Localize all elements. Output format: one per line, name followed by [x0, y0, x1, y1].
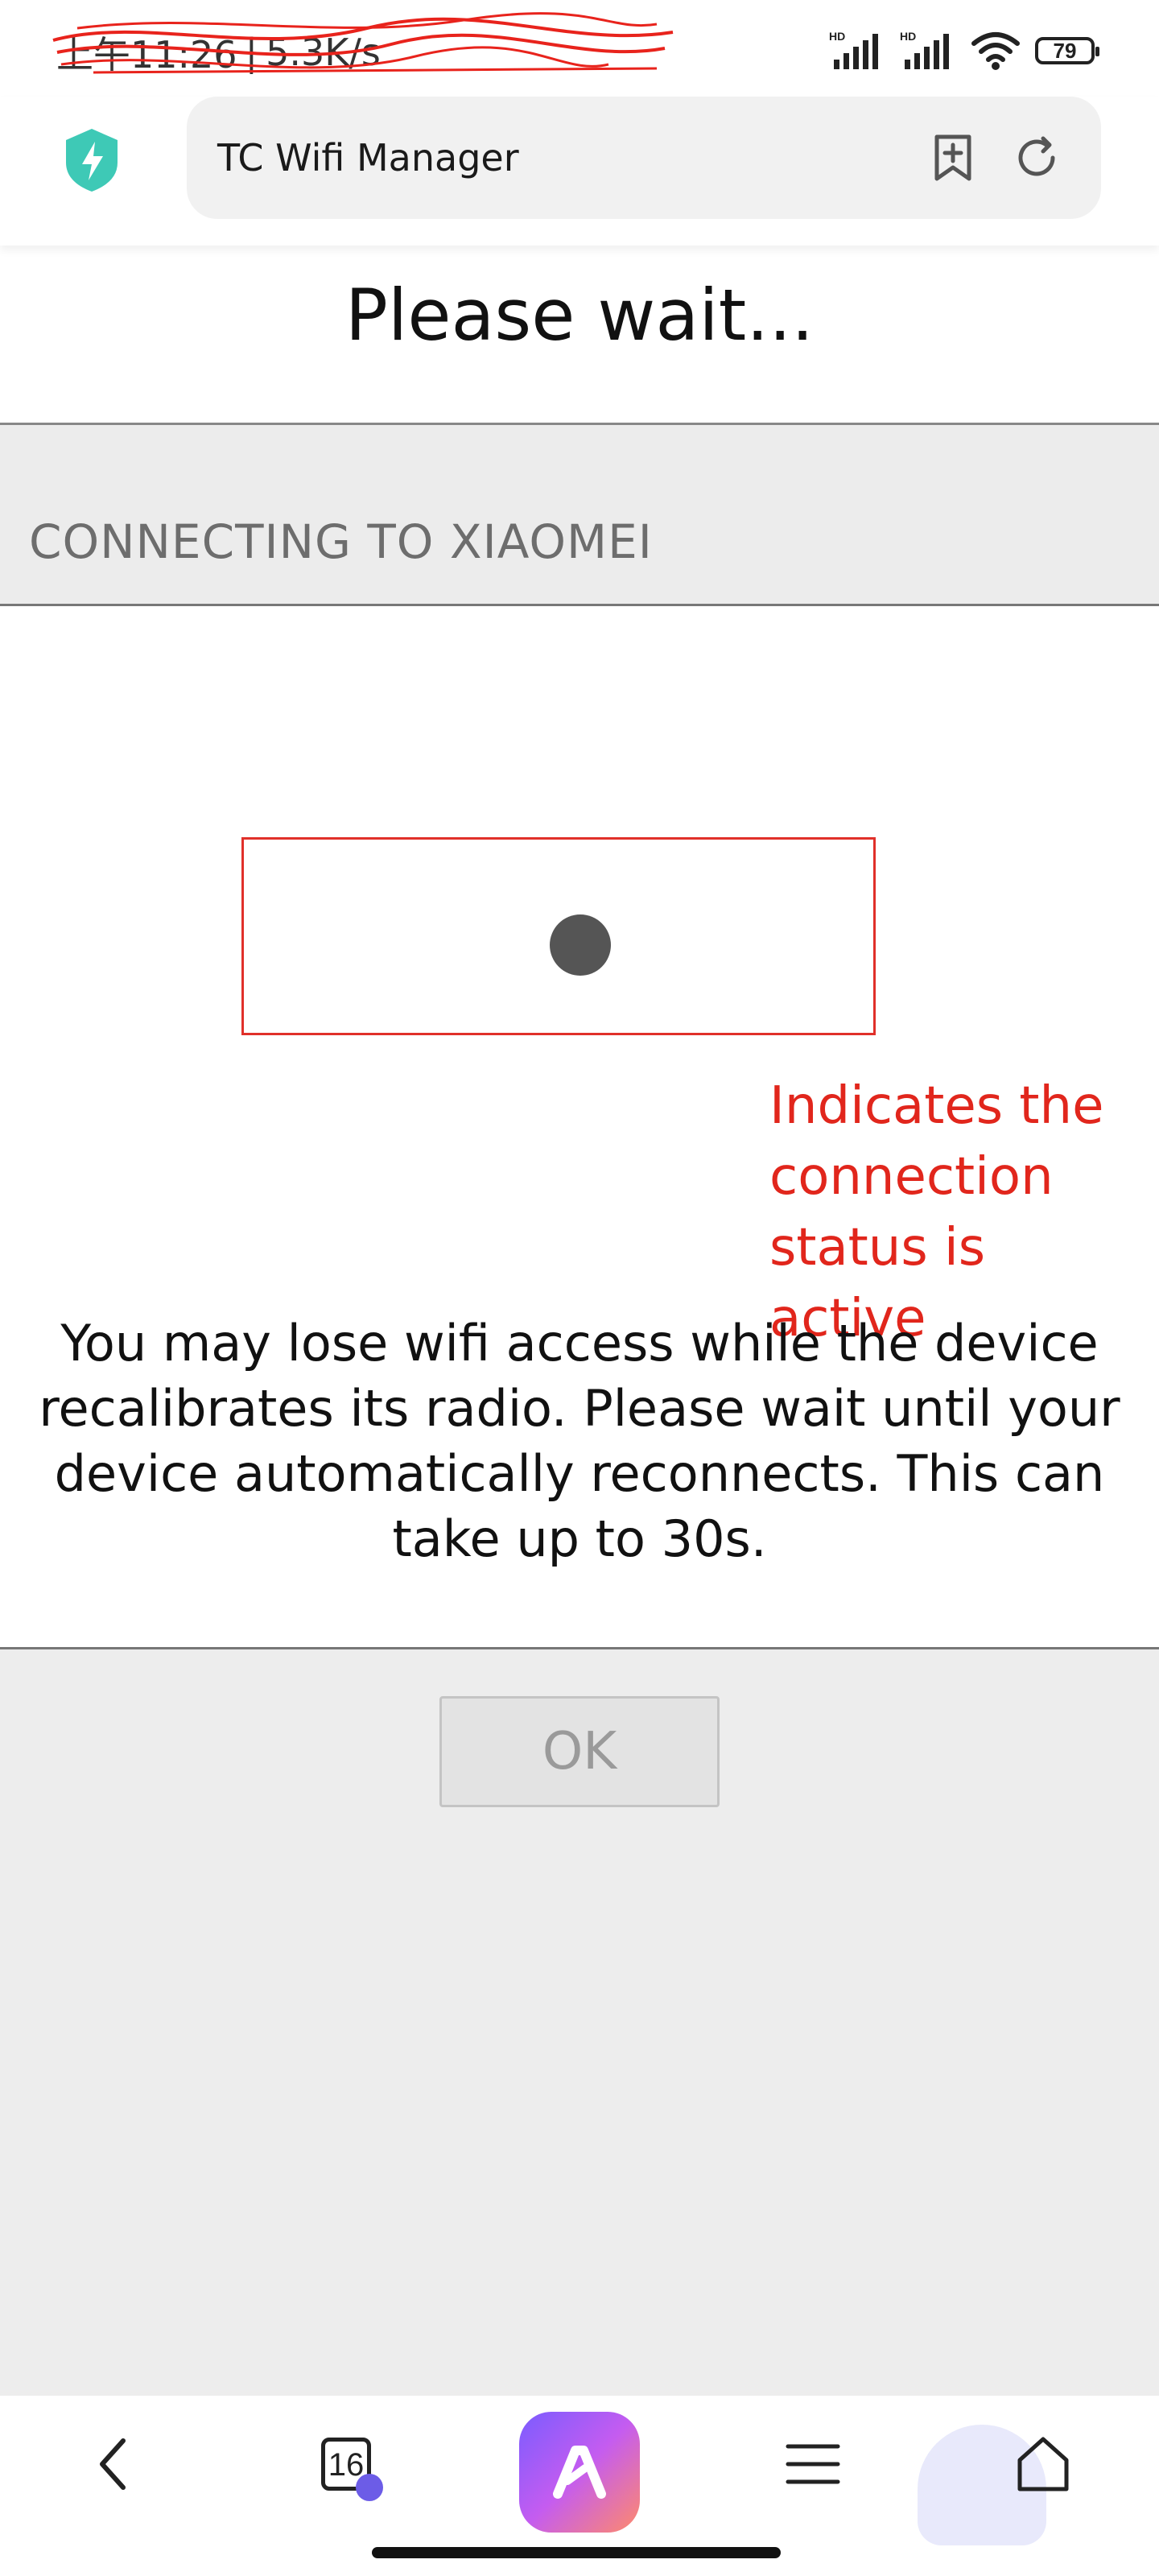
- home-indicator-bar[interactable]: [372, 2547, 781, 2558]
- tab-count: 16: [328, 2447, 365, 2483]
- status-bar: 上午11:26 | 5.3K/s HD HD 79: [0, 0, 1159, 97]
- redaction-scribble: [52, 12, 674, 74]
- nav-home[interactable]: [995, 2396, 1091, 2533]
- tab-badge: [356, 2474, 383, 2501]
- connecting-label: CONNECTING TO XIAOMEI: [29, 514, 653, 569]
- wifi-icon: [971, 32, 1020, 70]
- nav-menu[interactable]: [765, 2396, 861, 2533]
- signal-icon: HD: [829, 30, 878, 69]
- nav-back[interactable]: [64, 2396, 161, 2533]
- connecting-banner: CONNECTING TO XIAOMEI: [0, 425, 1159, 606]
- battery-level: 79: [1053, 38, 1077, 63]
- address-bar-text[interactable]: TC Wifi Manager: [217, 97, 519, 219]
- address-bar[interactable]: TC Wifi Manager: [187, 97, 1101, 219]
- ok-button[interactable]: OK: [439, 1696, 720, 1807]
- menu-icon[interactable]: [785, 2440, 841, 2488]
- battery-icon: 79: [1035, 37, 1099, 64]
- page-title: Please wait...: [344, 274, 815, 357]
- signal-label-1: HD: [829, 30, 845, 43]
- status-right: HD HD 79: [829, 29, 1099, 72]
- signal-label-2: HD: [900, 30, 916, 43]
- browser-toolbar: TC Wifi Manager: [0, 97, 1159, 246]
- nav-ai-assistant[interactable]: [519, 2404, 640, 2541]
- back-icon[interactable]: [93, 2436, 133, 2492]
- bookmark-add-icon[interactable]: [927, 132, 979, 184]
- reload-icon[interactable]: [1011, 132, 1062, 184]
- dialog-footer: OK: [0, 1647, 1159, 2398]
- nav-tabs[interactable]: 16: [298, 2396, 394, 2533]
- info-message: You may lose wifi access while the devic…: [39, 1314, 1120, 1568]
- ai-assistant-icon[interactable]: [519, 2412, 640, 2533]
- shield-bolt-icon[interactable]: [63, 127, 121, 193]
- connection-indicator-highlight: [241, 837, 876, 1035]
- tabs-icon[interactable]: 16: [321, 2438, 383, 2501]
- connection-status-dot: [550, 914, 611, 976]
- signal-icon-2: HD: [900, 30, 949, 69]
- home-icon[interactable]: [1013, 2434, 1073, 2494]
